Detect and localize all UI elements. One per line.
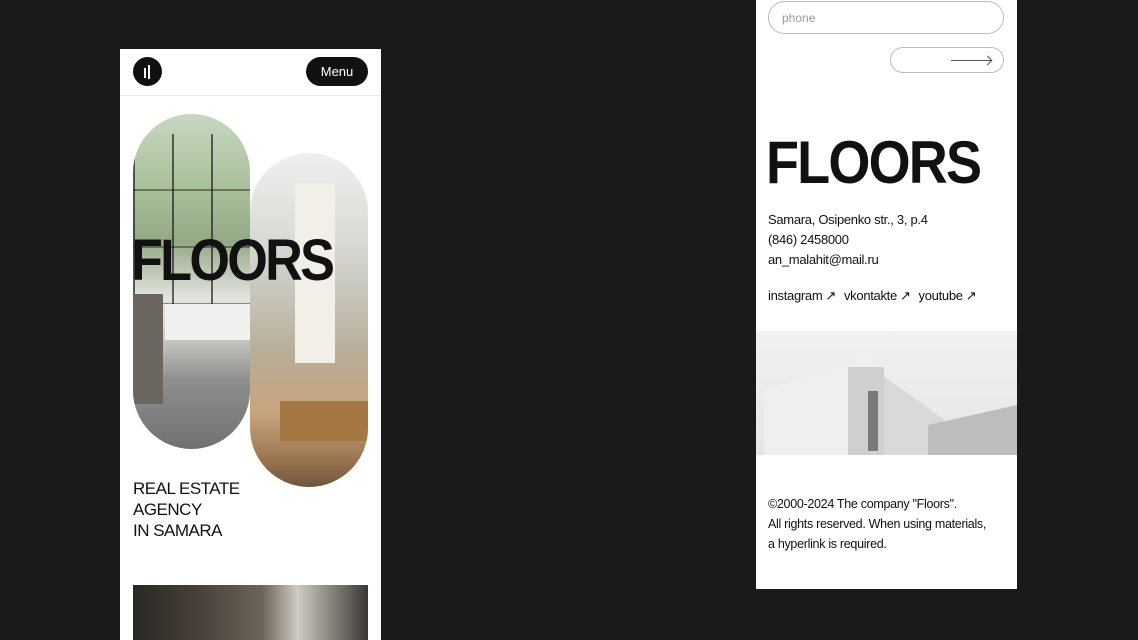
social-label: vkontakte (843, 288, 897, 303)
address: Samara, Osipenko str., 3, p.4 (768, 212, 928, 227)
arrow-up-right-icon: ↗ (825, 288, 836, 303)
arch-photo-living-room (250, 153, 368, 487)
phone-input[interactable] (768, 1, 1004, 34)
arrow-right-icon (951, 60, 991, 61)
copyright: ©2000-2024 The company "Floors". All rig… (768, 494, 986, 554)
submit-button[interactable] (890, 47, 1004, 73)
header-divider (120, 95, 381, 96)
copyright-line-3: a hyperlink is required. (768, 537, 887, 551)
phone-number[interactable]: (846) 2458000 (768, 232, 849, 247)
arrow-up-right-icon: ↗ (899, 288, 911, 303)
building-shadow (848, 367, 884, 455)
building-window (868, 391, 878, 451)
cabinet (133, 294, 163, 404)
tagline-line-1: REAL ESTATE (133, 479, 240, 498)
social-link-youtube[interactable]: youtube ↗ (919, 288, 977, 304)
copyright-line-1: ©2000-2024 The company "Floors". (768, 497, 957, 511)
bathtub (165, 304, 250, 340)
brand-title: FLOORS (766, 129, 982, 196)
coffee-table (280, 401, 368, 441)
hero-title: FLOORS (131, 228, 335, 293)
copyright-line-2: All rights reserved. When using material… (768, 517, 987, 531)
social-label: youtube (918, 288, 963, 303)
social-link-vkontakte[interactable]: vkontakte ↗ (844, 288, 911, 304)
logo-icon[interactable] (133, 57, 162, 86)
tagline-line-2: AGENCY (133, 500, 202, 519)
mobile-footer-screen: FLOORS Samara, Osipenko str., 3, p.4 (84… (756, 0, 1017, 589)
building-block (928, 405, 1017, 455)
building-photo (756, 331, 1017, 455)
email-link[interactable]: an_malahit@mail.ru (768, 252, 879, 267)
mobile-home-screen: Menu FLOORS REAL ESTATE AGENCY IN SAMARA (120, 49, 381, 640)
interior-photo (133, 585, 368, 640)
tagline-line-3: IN SAMARA (133, 521, 223, 540)
social-link-instagram[interactable]: instagram ↗ (768, 288, 836, 304)
tagline: REAL ESTATE AGENCY IN SAMARA (133, 478, 240, 541)
social-links: instagram ↗ vkontakte ↗ youtube ↗ (768, 288, 977, 304)
menu-button[interactable]: Menu (306, 57, 368, 86)
arrow-up-right-icon: ↗ (965, 288, 977, 303)
social-label: instagram (768, 288, 823, 303)
